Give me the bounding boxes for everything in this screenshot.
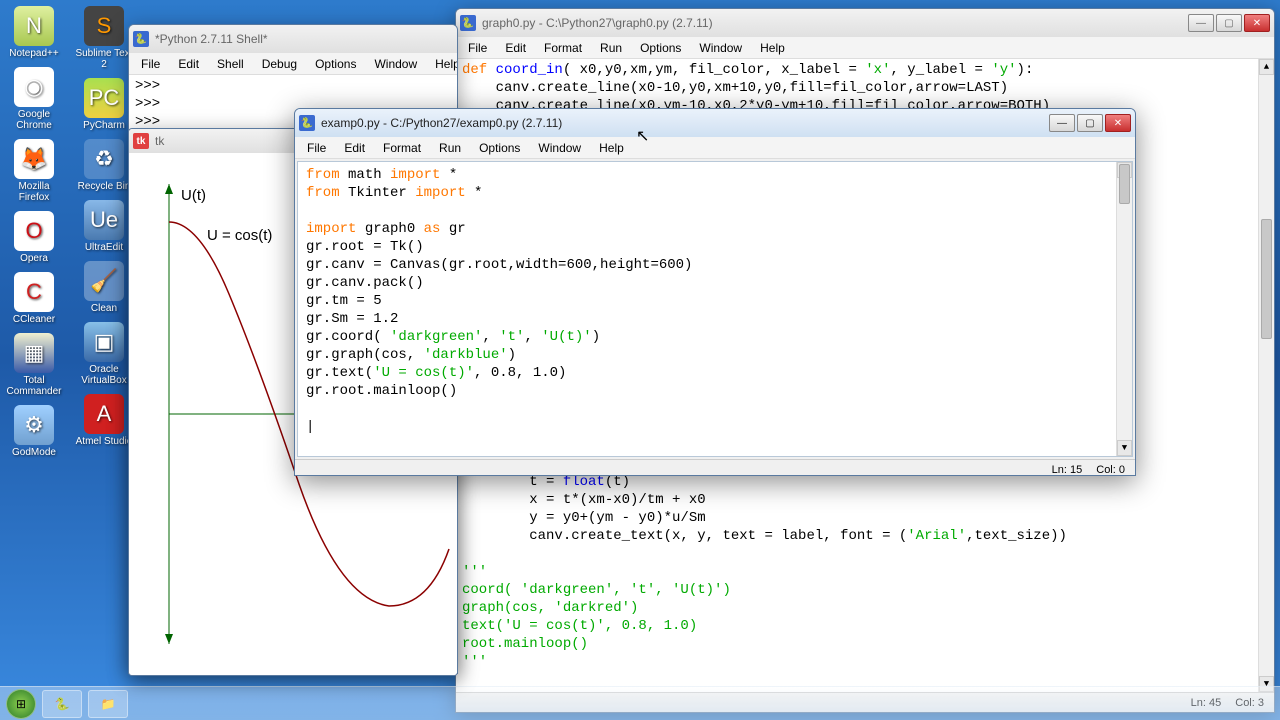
menubar-graph0: FileEditFormatRunOptionsWindowHelp xyxy=(456,37,1274,59)
menu-edit[interactable]: Edit xyxy=(497,39,534,57)
vb-icon: ▣ xyxy=(84,322,124,362)
maximize-button[interactable]: ▢ xyxy=(1216,14,1242,32)
clean-icon: 🧹 xyxy=(84,261,124,301)
desktop-icon-vb[interactable]: ▣Oracle VirtualBox xyxy=(74,320,134,388)
desktop-icon-atmel[interactable]: A Atmel Studio xyxy=(74,392,134,449)
python-icon: 🐍 xyxy=(299,115,315,131)
scroll-thumb[interactable] xyxy=(1261,219,1272,339)
desktop-icon-ff[interactable]: 🦊Mozilla Firefox xyxy=(4,137,64,205)
statusbar-examp0: Ln: 15 Col: 0 xyxy=(295,459,1135,476)
tc-icon: ▦ xyxy=(14,333,54,373)
titlebar-graph0[interactable]: 🐍 graph0.py - C:\Python27\graph0.py (2.7… xyxy=(456,9,1274,37)
desktop-icon-subl[interactable]: SSublime Text 2 xyxy=(74,4,134,72)
subl-icon: S xyxy=(84,6,124,46)
scroll-down-icon[interactable]: ▼ xyxy=(1117,440,1132,456)
minimize-button[interactable]: — xyxy=(1049,114,1075,132)
title-shell: *Python 2.7.11 Shell* xyxy=(155,32,453,46)
desktop-icon-tc[interactable]: ▦Total Commander xyxy=(4,331,64,399)
desktop-icon-chrome[interactable]: ◉Google Chrome xyxy=(4,65,64,133)
desktop-icon-clean[interactable]: 🧹 Clean xyxy=(74,259,134,316)
start-button[interactable]: ⊞ xyxy=(6,689,36,719)
minimize-button[interactable]: — xyxy=(1188,14,1214,32)
menubar-examp0: FileEditFormatRunOptionsWindowHelp xyxy=(295,137,1135,159)
editor-examp0[interactable]: from math import *from Tkinter import *i… xyxy=(297,161,1133,457)
menu-options[interactable]: Options xyxy=(632,39,689,57)
maximize-button[interactable]: ▢ xyxy=(1077,114,1103,132)
menu-format[interactable]: Format xyxy=(375,139,429,157)
menu-run[interactable]: Run xyxy=(431,139,469,157)
menu-window[interactable]: Window xyxy=(366,55,425,73)
menu-file[interactable]: File xyxy=(299,139,334,157)
taskbar[interactable]: ⊞ 🐍 📁 xyxy=(0,686,1280,720)
desktop-label: UltraEdit xyxy=(85,242,123,253)
window-examp0[interactable]: 🐍 examp0.py - C:/Python27/examp0.py (2.7… xyxy=(294,108,1136,476)
close-button[interactable]: ✕ xyxy=(1244,14,1270,32)
desktop-label: Clean xyxy=(91,303,117,314)
recycle-icon: ♻ xyxy=(84,139,124,179)
close-button[interactable]: ✕ xyxy=(1105,114,1131,132)
ue-icon: Ue xyxy=(84,200,124,240)
desktop-label: Notepad++ xyxy=(9,48,59,59)
menu-run[interactable]: Run xyxy=(592,39,630,57)
scrollbar-examp0[interactable]: ▲ ▼ xyxy=(1116,162,1132,456)
desktop-icon-ue[interactable]: Ue UltraEdit xyxy=(74,198,134,255)
desktop-icon-pych[interactable]: PC PyCharm xyxy=(74,76,134,133)
desktop-icon-recycle[interactable]: ♻ Recycle Bin xyxy=(74,137,134,194)
npp-icon: N xyxy=(14,6,54,46)
menu-debug[interactable]: Debug xyxy=(254,55,305,73)
axis-y-label: U(t) xyxy=(181,187,206,204)
scroll-up-icon[interactable]: ▲ xyxy=(1259,59,1274,75)
menu-window[interactable]: Window xyxy=(530,139,589,157)
title-examp0: examp0.py - C:/Python27/examp0.py (2.7.1… xyxy=(321,116,1049,130)
menubar-shell: FileEditShellDebugOptionsWindowHelp xyxy=(129,53,457,75)
desktop-label: Atmel Studio xyxy=(76,436,133,447)
desktop-label: PyCharm xyxy=(83,120,125,131)
titlebar-shell[interactable]: 🐍 *Python 2.7.11 Shell* xyxy=(129,25,457,53)
desktop-label: Recycle Bin xyxy=(78,181,131,192)
scroll-thumb[interactable] xyxy=(1119,164,1130,204)
desktop-icon-opera[interactable]: O Opera xyxy=(4,209,64,266)
python-icon: 🐍 xyxy=(460,15,476,31)
plot-annotation: U = cos(t) xyxy=(207,227,272,244)
desktop-label: Total Commander xyxy=(4,375,64,397)
ff-icon: 🦊 xyxy=(14,139,54,179)
menu-edit[interactable]: Edit xyxy=(336,139,373,157)
task-item[interactable]: 🐍 xyxy=(42,690,82,718)
scrollbar-graph0[interactable]: ▲ ▼ xyxy=(1258,59,1274,692)
desktop-icon-cc[interactable]: C CCleaner xyxy=(4,270,64,327)
desktop-icon-god[interactable]: ⚙ GodMode xyxy=(4,403,64,460)
tk-icon: tk xyxy=(133,133,149,149)
pych-icon: PC xyxy=(84,78,124,118)
god-icon: ⚙ xyxy=(14,405,54,445)
status-col: Col: 0 xyxy=(1096,464,1125,476)
menu-shell[interactable]: Shell xyxy=(209,55,252,73)
desktop-label: GodMode xyxy=(12,447,56,458)
menu-format[interactable]: Format xyxy=(536,39,590,57)
task-item[interactable]: 📁 xyxy=(88,690,128,718)
status-ln: Ln: 15 xyxy=(1052,464,1083,476)
menu-help[interactable]: Help xyxy=(427,55,458,73)
menu-help[interactable]: Help xyxy=(591,139,632,157)
menu-file[interactable]: File xyxy=(133,55,168,73)
desktop-label: Mozilla Firefox xyxy=(4,181,64,203)
menu-window[interactable]: Window xyxy=(691,39,750,57)
menu-options[interactable]: Options xyxy=(307,55,364,73)
menu-options[interactable]: Options xyxy=(471,139,528,157)
title-graph0: graph0.py - C:\Python27\graph0.py (2.7.1… xyxy=(482,16,1188,30)
desktop-label: Google Chrome xyxy=(4,109,64,131)
opera-icon: O xyxy=(14,211,54,251)
python-icon: 🐍 xyxy=(133,31,149,47)
desktop-icon-npp[interactable]: N Notepad++ xyxy=(4,4,64,61)
titlebar-examp0[interactable]: 🐍 examp0.py - C:/Python27/examp0.py (2.7… xyxy=(295,109,1135,137)
desktop-label: Oracle VirtualBox xyxy=(74,364,134,386)
cc-icon: C xyxy=(14,272,54,312)
menu-help[interactable]: Help xyxy=(752,39,793,57)
chrome-icon: ◉ xyxy=(14,67,54,107)
desktop-label: Opera xyxy=(20,253,48,264)
menu-edit[interactable]: Edit xyxy=(170,55,207,73)
menu-file[interactable]: File xyxy=(460,39,495,57)
atmel-icon: A xyxy=(84,394,124,434)
desktop-label: CCleaner xyxy=(13,314,55,325)
desktop-label: Sublime Text 2 xyxy=(74,48,134,70)
